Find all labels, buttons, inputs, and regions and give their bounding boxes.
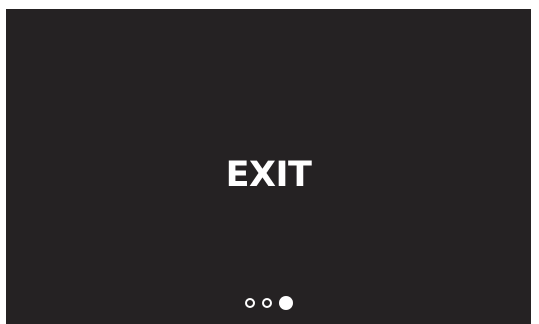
- page-dot-1[interactable]: [244, 298, 255, 308]
- page-dot-3-active[interactable]: [278, 296, 293, 310]
- display-screen: EXIT: [6, 9, 531, 324]
- page-dot-2[interactable]: [261, 298, 272, 308]
- pagination-dots: [6, 295, 531, 311]
- exit-label: EXIT: [225, 155, 312, 195]
